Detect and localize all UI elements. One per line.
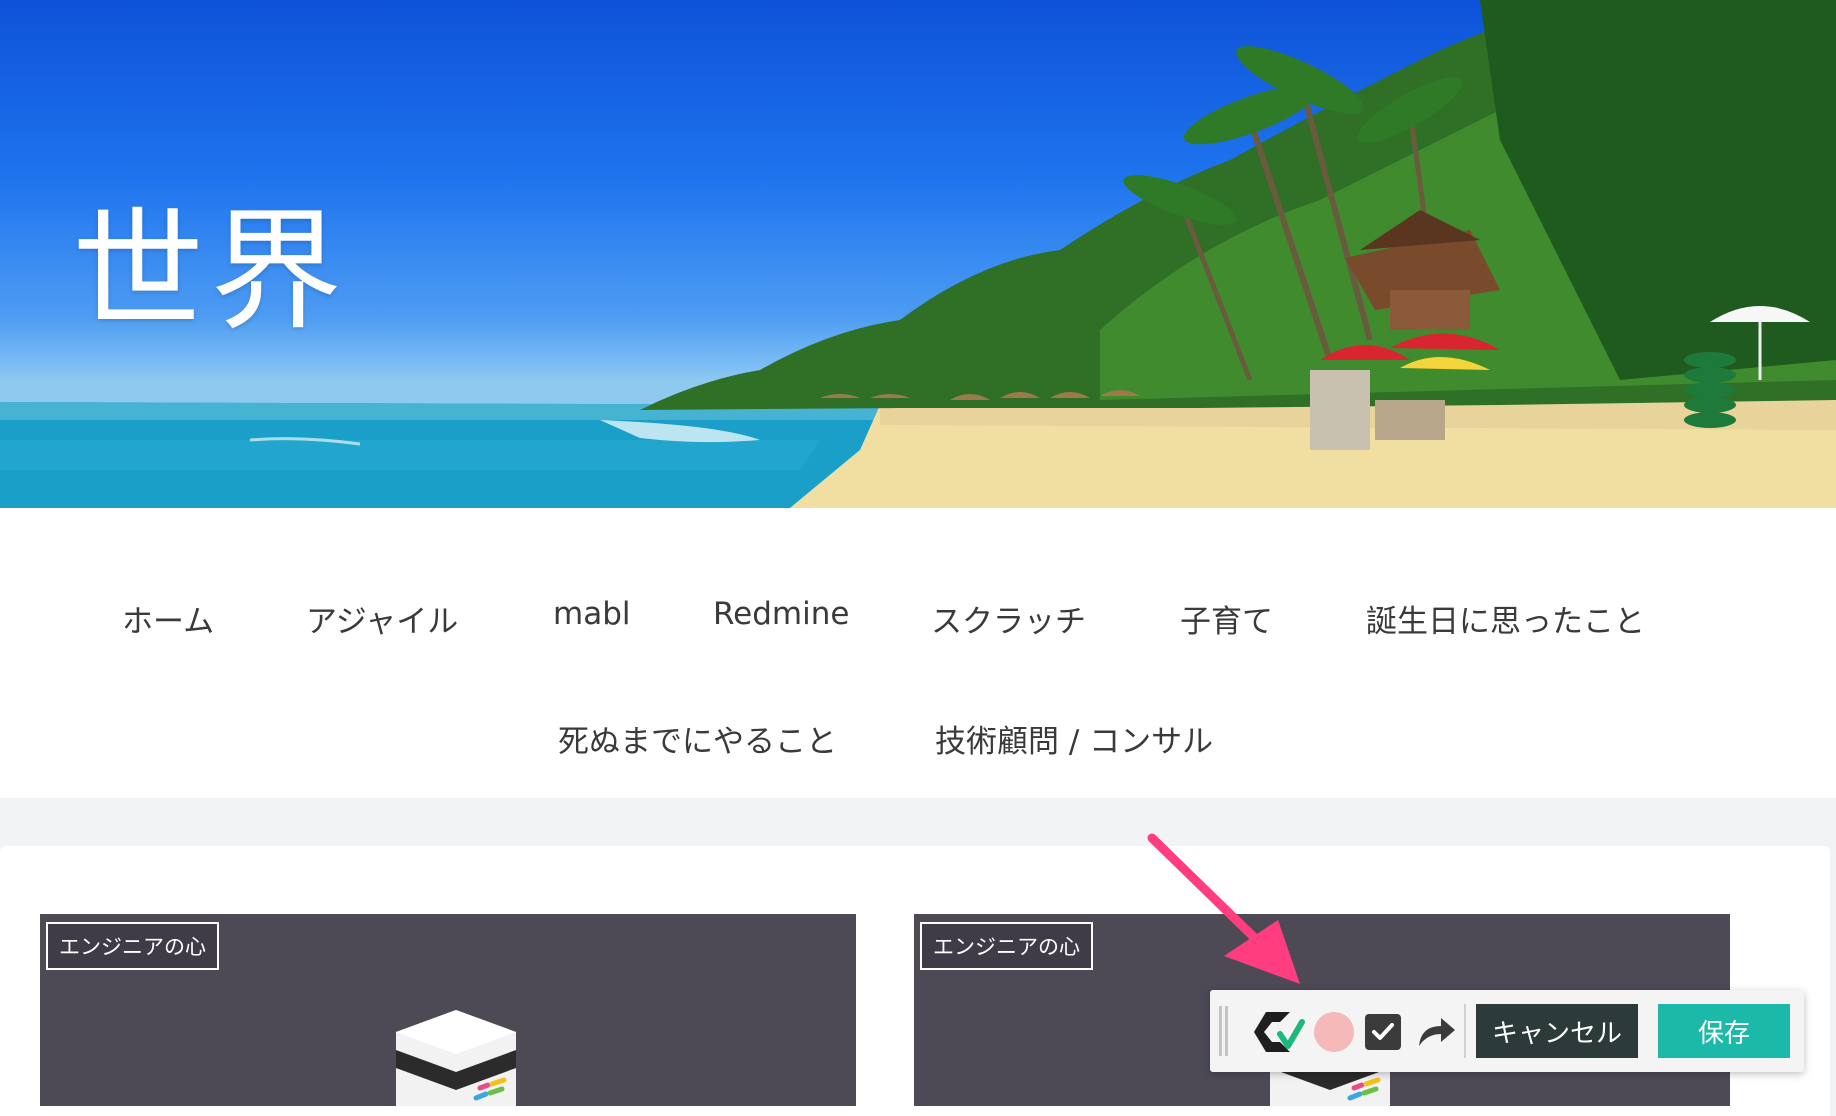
nav-item-consulting[interactable]: 技術顧問 / コンサル (935, 716, 1213, 761)
toolbar-divider (1464, 1004, 1466, 1058)
nav-item-birthday[interactable]: 誕生日に思ったこと (1366, 596, 1645, 641)
post-thumbnail-icon (396, 1010, 516, 1106)
main-navigation: ホーム アジャイル mabl Redmine スクラッチ 子育て 誕生日に思った… (0, 508, 1836, 798)
hero-banner: 世界 (0, 0, 1836, 508)
nav-item-bucket-list[interactable]: 死ぬまでにやること (558, 716, 837, 761)
checkbox-icon[interactable] (1365, 1014, 1401, 1050)
post-card[interactable]: エンジニアの心 (40, 914, 856, 1106)
annotation-arrow-icon (1147, 833, 1300, 984)
category-badge[interactable]: エンジニアの心 (920, 922, 1093, 970)
nav-item-scratch[interactable]: スクラッチ (931, 596, 1086, 641)
grip-handle-icon[interactable] (1219, 1006, 1229, 1056)
nav-item-parenting[interactable]: 子育て (1180, 596, 1273, 641)
redo-arrow-icon[interactable] (1413, 1012, 1457, 1052)
category-badge[interactable]: エンジニアの心 (46, 922, 219, 970)
mabl-recorder-toolbar: キャンセル 保存 (1210, 990, 1804, 1072)
nav-item-mabl[interactable]: mabl (553, 596, 631, 632)
nav-item-redmine[interactable]: Redmine (713, 596, 849, 632)
record-dot-icon[interactable] (1314, 1012, 1354, 1052)
cancel-button[interactable]: キャンセル (1476, 1004, 1638, 1058)
site-title[interactable]: 世界 (72, 165, 348, 356)
nav-item-agile[interactable]: アジャイル (306, 596, 458, 641)
save-button[interactable]: 保存 (1658, 1004, 1790, 1058)
nav-item-home[interactable]: ホーム (122, 596, 214, 641)
mabl-logo-icon[interactable] (1250, 1008, 1306, 1056)
